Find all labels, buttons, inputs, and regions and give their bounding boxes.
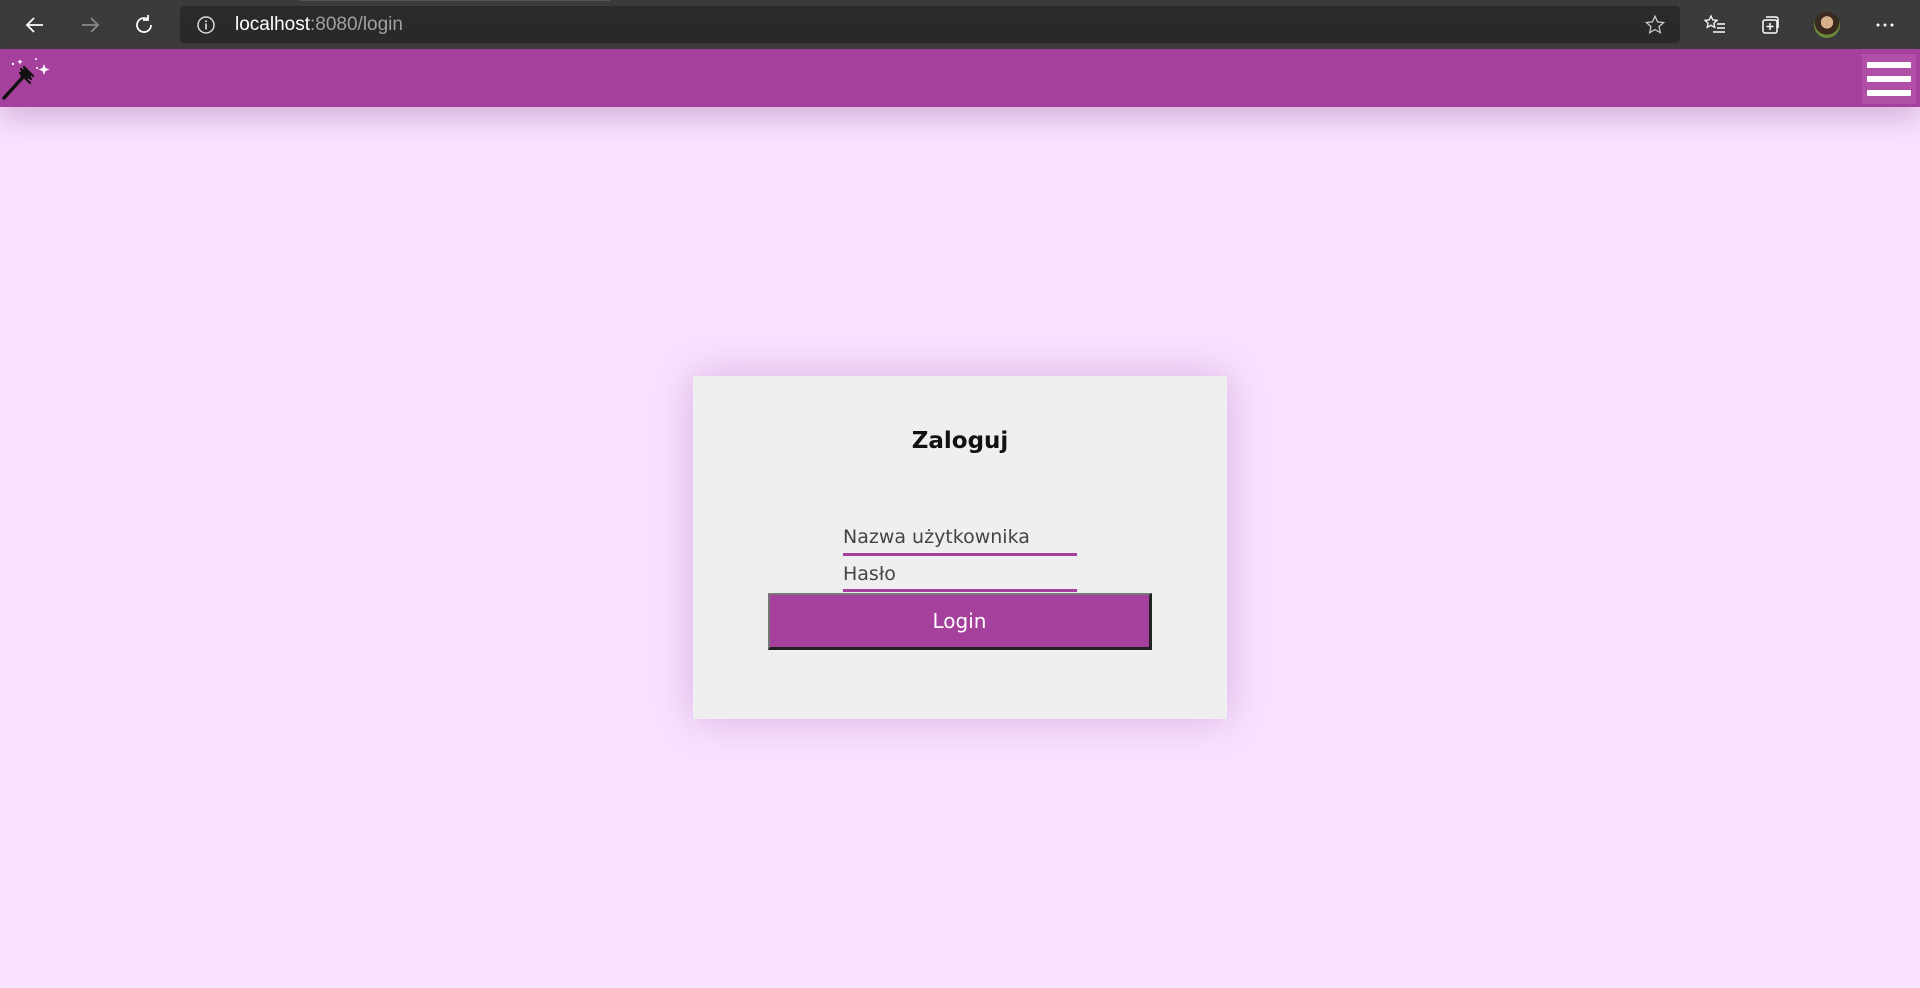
password-underline	[843, 589, 1077, 592]
collections-button[interactable]	[1753, 8, 1787, 42]
refresh-icon	[136, 15, 152, 33]
profile-avatar[interactable]	[1814, 12, 1840, 38]
url-host: localhost	[235, 14, 310, 35]
active-tab-indicator	[300, 0, 610, 1]
collections-icon	[1762, 16, 1779, 34]
address-bar[interactable]: localhost:8080/login	[180, 6, 1680, 43]
magic-fork-icon[interactable]	[0, 56, 52, 102]
hamburger-menu-button[interactable]	[1862, 54, 1916, 104]
favorite-star-icon[interactable]	[1644, 14, 1666, 40]
back-button[interactable]	[17, 7, 53, 43]
menu-bar-line	[1867, 62, 1911, 68]
back-arrow-icon	[25, 17, 43, 33]
login-title: Zaloguj	[911, 428, 1009, 454]
app-header	[0, 49, 1920, 107]
login-button[interactable]: Login	[768, 593, 1152, 650]
url-path: :8080/login	[310, 14, 403, 35]
forward-arrow-icon	[82, 17, 100, 33]
menu-bar-line	[1867, 76, 1911, 82]
ellipsis-icon	[1876, 23, 1894, 27]
browser-toolbar: localhost:8080/login	[0, 0, 1920, 49]
login-card: Zaloguj Login	[693, 376, 1227, 719]
url-text[interactable]: localhost:8080/login	[235, 14, 403, 36]
refresh-button[interactable]	[126, 7, 162, 43]
forward-button[interactable]	[72, 7, 108, 43]
site-info-icon[interactable]	[196, 15, 216, 39]
menu-bar-line	[1867, 90, 1911, 96]
more-options-button[interactable]	[1868, 8, 1902, 42]
password-input[interactable]	[843, 557, 1077, 591]
username-input[interactable]	[843, 520, 1077, 556]
favorites-button[interactable]	[1698, 8, 1732, 42]
favorites-list-icon	[1703, 14, 1725, 33]
